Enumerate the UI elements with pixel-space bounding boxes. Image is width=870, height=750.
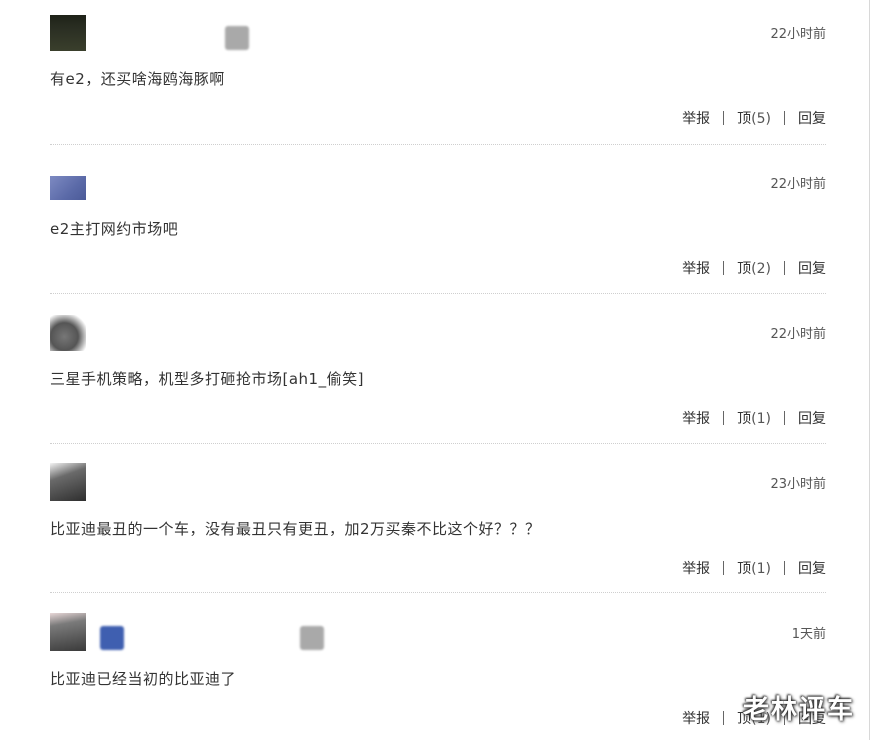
- user-badge: [225, 26, 249, 50]
- divider: [723, 711, 725, 725]
- reply-button[interactable]: 回复: [798, 558, 826, 578]
- comment-text: 三星手机策略，机型多打砸抢市场[ah1_偷笑]: [50, 370, 364, 388]
- comment-time: 1天前: [791, 627, 826, 642]
- watermark: 老林评车: [742, 695, 855, 725]
- avatar[interactable]: [50, 315, 86, 351]
- comment-time: 23小时前: [770, 477, 826, 492]
- divider: [723, 561, 725, 575]
- upvote-count: (5): [751, 111, 771, 127]
- upvote-button[interactable]: 顶(1): [737, 408, 771, 428]
- comment-actions: 举报 顶(5) 回复: [682, 108, 826, 128]
- comment-divider: [50, 443, 826, 444]
- upvote-label: 顶: [737, 411, 752, 427]
- upvote-button[interactable]: 顶(2): [737, 258, 771, 278]
- report-button[interactable]: 举报: [682, 558, 710, 578]
- reply-button[interactable]: 回复: [798, 108, 826, 128]
- divider: [784, 561, 785, 575]
- divider: [723, 261, 725, 275]
- upvote-count: (1): [751, 561, 771, 577]
- comment-list: 22小时前 有e2，还买啥海鸥海豚啊 举报 顶(5) 回复 22小时前 e2主打…: [0, 0, 870, 740]
- divider: [723, 411, 725, 425]
- upvote-button[interactable]: 顶(1): [737, 558, 771, 578]
- comment-time: 22小时前: [770, 27, 826, 42]
- upvote-label: 顶: [737, 261, 752, 277]
- comment-actions: 举报 顶(1) 回复: [682, 408, 826, 428]
- comment-divider: [50, 144, 826, 145]
- upvote-button[interactable]: 顶(5): [737, 108, 771, 128]
- divider: [784, 411, 785, 425]
- avatar[interactable]: [50, 613, 86, 651]
- upvote-count: (1): [751, 411, 771, 427]
- comment-time: 22小时前: [770, 327, 826, 342]
- comment-item: 22小时前 有e2，还买啥海鸥海豚啊 举报 顶(5) 回复: [50, 0, 826, 150]
- report-button[interactable]: 举报: [682, 258, 710, 278]
- divider: [784, 261, 785, 275]
- report-button[interactable]: 举报: [682, 108, 710, 128]
- comment-text: 比亚迪最丑的一个车，没有最丑只有更丑，加2万买秦不比这个好？？？: [50, 520, 541, 538]
- comment-actions: 举报 顶(1) 回复: [682, 558, 826, 578]
- comment-divider: [50, 293, 826, 294]
- report-button[interactable]: 举报: [682, 408, 710, 428]
- reply-button[interactable]: 回复: [798, 408, 826, 428]
- upvote-label: 顶: [737, 561, 752, 577]
- comment-item: 22小时前 三星手机策略，机型多打砸抢市场[ah1_偷笑] 举报 顶(1) 回复: [50, 300, 826, 450]
- upvote-count: (2): [751, 261, 771, 277]
- comment-item: 23小时前 比亚迪最丑的一个车，没有最丑只有更丑，加2万买秦不比这个好？？？ 举…: [50, 450, 826, 600]
- comment-divider: [50, 592, 826, 593]
- comment-time: 22小时前: [770, 177, 826, 192]
- user-badge: [100, 626, 124, 650]
- comment-item: 1天前 比亚迪已经当初的比亚迪了 举报 顶(1) 回复: [50, 600, 826, 750]
- report-button[interactable]: 举报: [682, 708, 710, 728]
- comment-item: 22小时前 e2主打网约市场吧 举报 顶(2) 回复: [50, 150, 826, 300]
- comment-actions: 举报 顶(2) 回复: [682, 258, 826, 278]
- user-badge: [300, 626, 324, 650]
- divider: [723, 111, 725, 125]
- comment-text: e2主打网约市场吧: [50, 220, 179, 238]
- avatar[interactable]: [50, 15, 86, 51]
- reply-button[interactable]: 回复: [798, 258, 826, 278]
- upvote-label: 顶: [737, 111, 752, 127]
- comment-text: 有e2，还买啥海鸥海豚啊: [50, 70, 225, 88]
- avatar[interactable]: [50, 176, 86, 200]
- avatar[interactable]: [50, 463, 86, 501]
- comment-text: 比亚迪已经当初的比亚迪了: [50, 670, 237, 688]
- divider: [784, 111, 785, 125]
